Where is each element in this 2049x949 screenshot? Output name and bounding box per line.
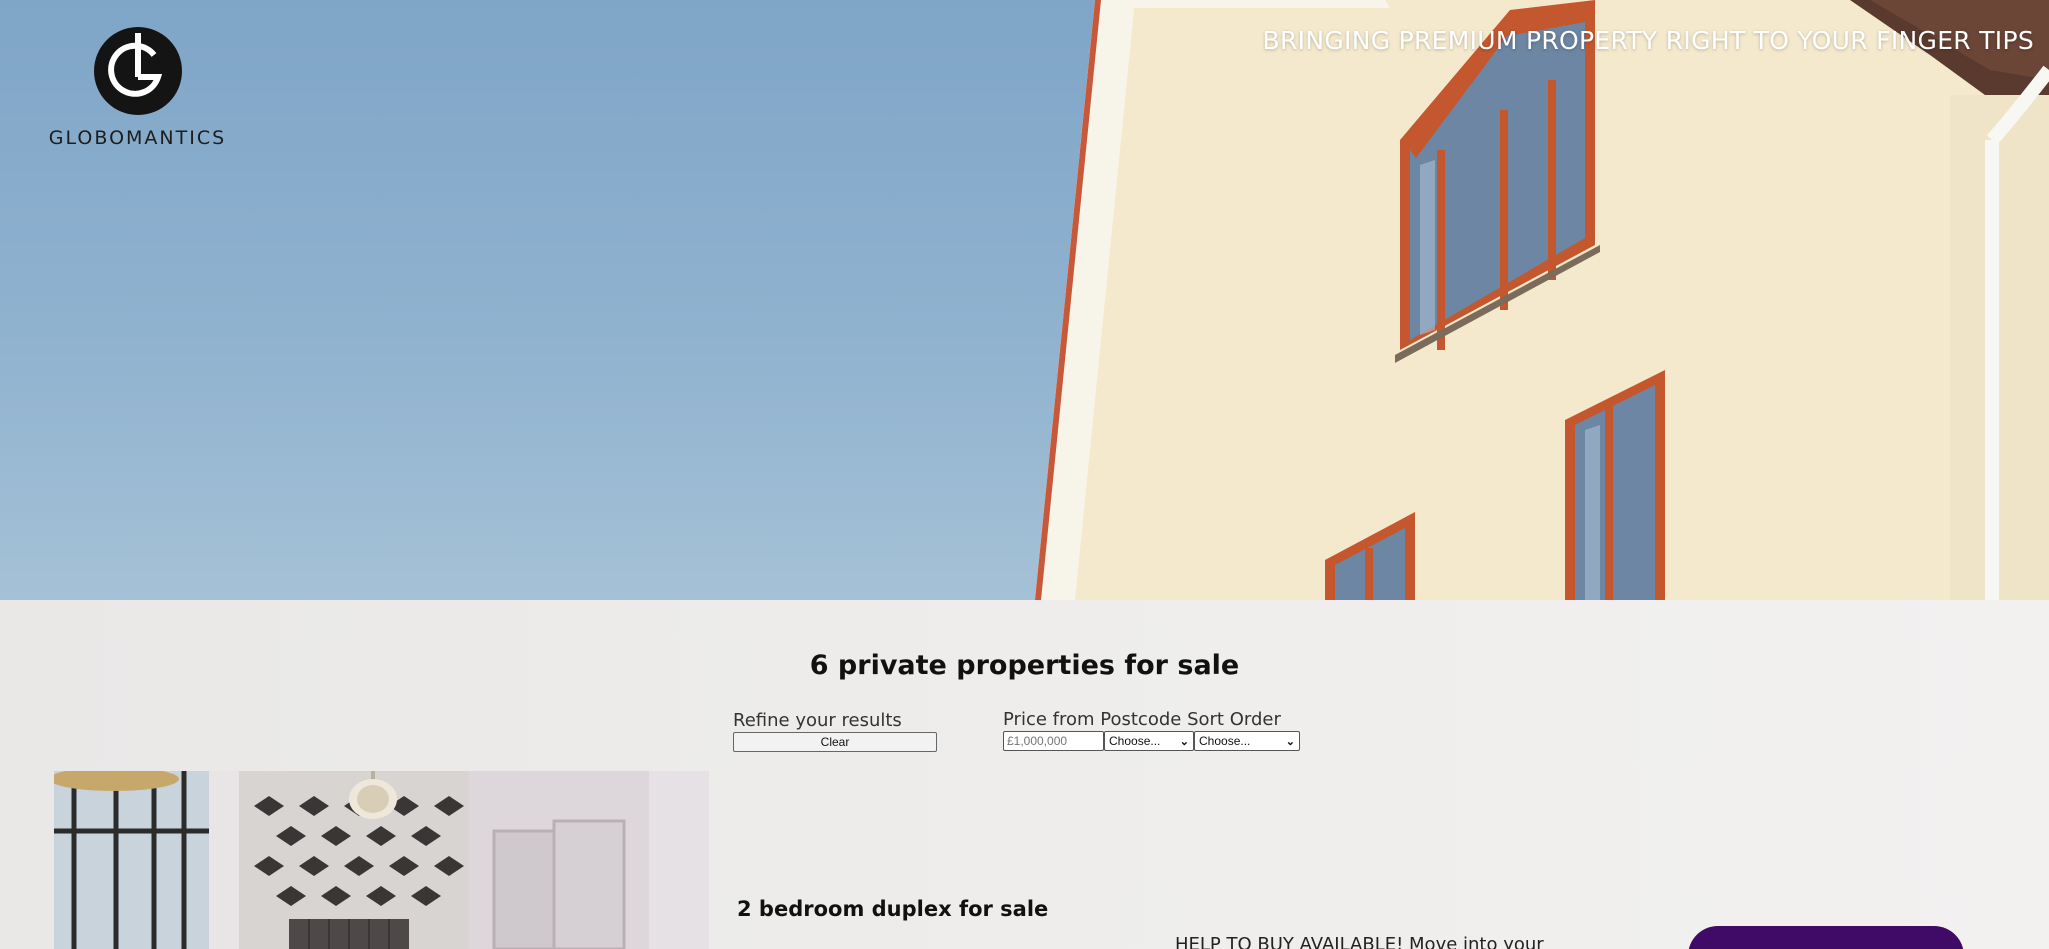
postcode-label: Postcode <box>1100 709 1182 730</box>
price-from-label: Price from <box>1003 709 1095 730</box>
hero-banner: GLOBOMANTICS BRINGING PREMIUM PROPERTY R… <box>0 0 2049 600</box>
postcode-select[interactable]: Choose... ⌄ <box>1104 731 1194 751</box>
globomantics-g-logo-icon <box>93 27 182 115</box>
chevron-down-icon: ⌄ <box>1285 735 1295 748</box>
sort-order-select[interactable]: Choose... ⌄ <box>1194 731 1300 751</box>
view-property-button[interactable] <box>1688 926 1964 949</box>
globomantics-logo[interactable]: GLOBOMANTICS <box>40 25 235 155</box>
bedroom-photo <box>54 771 709 949</box>
filter-bar: Price from Postcode Sort Order Choose...… <box>1003 709 1300 751</box>
chevron-down-icon: ⌄ <box>1179 735 1189 748</box>
refine-label: Refine your results <box>733 710 902 731</box>
refine-panel: Refine your results Clear <box>733 710 937 752</box>
property-title[interactable]: 2 bedroom duplex for sale <box>737 897 1048 921</box>
property-listing-section: 6 private properties for sale Refine you… <box>0 600 2049 949</box>
sort-order-label: Sort Order <box>1187 709 1281 730</box>
filter-controls: Choose... ⌄ Choose... ⌄ <box>1003 731 1300 751</box>
property-description: HELP TO BUY AVAILABLE! Move into your <box>1175 934 1544 949</box>
sort-order-select-value: Choose... <box>1199 734 1251 748</box>
price-from-input[interactable] <box>1003 731 1104 751</box>
brand-name: GLOBOMANTICS <box>48 127 227 149</box>
hero-tagline: BRINGING PREMIUM PROPERTY RIGHT TO YOUR … <box>1262 26 2034 55</box>
clear-filters-button[interactable]: Clear <box>733 732 937 752</box>
property-card-image[interactable] <box>54 771 709 949</box>
results-count-heading: 6 private properties for sale <box>809 650 1240 681</box>
hero-house-image <box>1035 0 2049 600</box>
filter-labels: Price from Postcode Sort Order <box>1003 709 1300 730</box>
postcode-select-value: Choose... <box>1109 734 1161 748</box>
